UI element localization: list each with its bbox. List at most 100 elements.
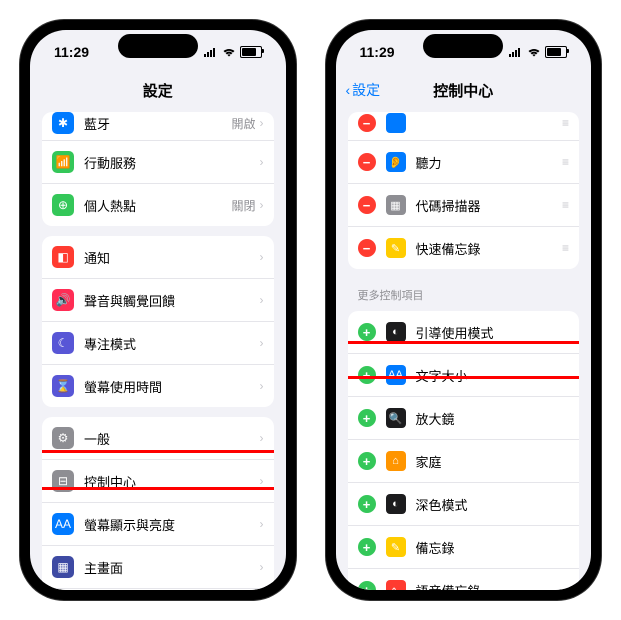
battery-icon bbox=[545, 46, 567, 58]
settings-row-g3-1[interactable]: ⊟控制中心› bbox=[42, 460, 274, 503]
settings-row-g3-0[interactable]: ⚙一般› bbox=[42, 417, 274, 460]
row-label: 螢幕顯示與亮度 bbox=[84, 515, 260, 534]
battery-icon bbox=[240, 46, 262, 58]
row-value: 開啟 bbox=[231, 115, 255, 132]
section-connectivity: ✱藍牙開啟›📶行動服務›⊕個人熱點關閉› bbox=[42, 112, 274, 226]
remove-button[interactable]: − bbox=[358, 239, 376, 257]
chevron-right-icon: › bbox=[260, 198, 264, 212]
row-icon: ▦ bbox=[386, 195, 406, 215]
add-button[interactable]: + bbox=[358, 366, 376, 384]
section-included: −≡−👂聽力≡−▦代碼掃描器≡−✎快速備忘錄≡ bbox=[348, 112, 580, 269]
row-icon: ✎ bbox=[386, 537, 406, 557]
row-icon: ☾ bbox=[52, 332, 74, 354]
settings-row-g2-2[interactable]: ☾ 專注模式› bbox=[42, 322, 274, 365]
nav-bar: ‹ 設定 控制中心 bbox=[336, 74, 592, 106]
settings-row-g2-3[interactable]: ⌛ 螢幕使用時間› bbox=[42, 365, 274, 407]
control-row-more-6[interactable]: +∿語音備忘錄 bbox=[348, 569, 580, 590]
page-title: 控制中心 bbox=[433, 80, 493, 101]
row-label: 代碼掃描器 bbox=[416, 196, 562, 215]
settings-row-g3-4[interactable]: ☺輔助使用› bbox=[42, 589, 274, 590]
control-row-more-4[interactable]: +◐深色模式 bbox=[348, 483, 580, 526]
row-label: 引導使用模式 bbox=[416, 323, 570, 342]
add-button[interactable]: + bbox=[358, 452, 376, 470]
control-row-more-5[interactable]: + ✎ 備忘錄 bbox=[348, 526, 580, 569]
drag-handle-icon[interactable]: ≡ bbox=[562, 116, 569, 130]
settings-row-g1-0[interactable]: ✱藍牙開啟› bbox=[42, 112, 274, 141]
chevron-right-icon: › bbox=[260, 250, 264, 264]
row-icon: ∿ bbox=[386, 580, 406, 590]
wifi-icon bbox=[222, 47, 236, 57]
control-row-more-2[interactable]: +🔍放大鏡 bbox=[348, 397, 580, 440]
chevron-right-icon: › bbox=[260, 379, 264, 393]
signal-icon bbox=[204, 47, 218, 57]
control-row-inc-0[interactable]: −👂 聽力≡ bbox=[348, 141, 580, 184]
add-button[interactable]: + bbox=[358, 538, 376, 556]
page-title: 設定 bbox=[143, 80, 173, 101]
chevron-right-icon: › bbox=[260, 431, 264, 445]
row-label: 一般 bbox=[84, 429, 260, 448]
row-icon: ◐ bbox=[386, 322, 406, 342]
add-button[interactable]: + bbox=[358, 409, 376, 427]
control-row-more-1[interactable]: +AA文字大小 bbox=[348, 354, 580, 397]
add-button[interactable]: + bbox=[358, 581, 376, 590]
chevron-right-icon: › bbox=[260, 560, 264, 574]
row-label: 主畫面 bbox=[84, 558, 260, 577]
drag-handle-icon[interactable]: ≡ bbox=[562, 155, 569, 169]
remove-button[interactable]: − bbox=[358, 114, 376, 132]
row-label: 聽力 bbox=[416, 153, 562, 172]
remove-button[interactable]: − bbox=[358, 153, 376, 171]
phone-left: 11:29 設定 ✱藍牙開啟›📶行動服務›⊕個人熱點關閉› ◧通知›🔊聲音與觸覺… bbox=[20, 20, 296, 600]
control-row-more-3[interactable]: +⌂家庭 bbox=[348, 440, 580, 483]
status-time: 11:29 bbox=[360, 44, 395, 60]
row-label: 螢幕使用時間 bbox=[84, 377, 260, 396]
row-icon: 🔍 bbox=[386, 408, 406, 428]
row-label: 專注模式 bbox=[84, 334, 260, 353]
row-label: 備忘錄 bbox=[416, 538, 570, 557]
control-row-more-0[interactable]: + ◐ 引導使用模式 bbox=[348, 311, 580, 354]
row-icon bbox=[386, 113, 406, 133]
row-icon: ⌛ bbox=[52, 375, 74, 397]
content-left[interactable]: ✱藍牙開啟›📶行動服務›⊕個人熱點關閉› ◧通知›🔊聲音與觸覺回饋›☾專注模式›… bbox=[30, 106, 286, 590]
row-icon: ◐ bbox=[386, 494, 406, 514]
add-button[interactable]: + bbox=[358, 495, 376, 513]
row-label: 通知 bbox=[84, 248, 260, 267]
row-label: 文字大小 bbox=[416, 366, 570, 385]
settings-row-g2-1[interactable]: 🔊聲音與觸覺回饋› bbox=[42, 279, 274, 322]
settings-row-g2-0[interactable]: ◧通知› bbox=[42, 236, 274, 279]
row-icon: ⊕ bbox=[52, 194, 74, 216]
settings-row-g1-2[interactable]: ⊕個人熱點關閉› bbox=[42, 184, 274, 226]
row-label: 行動服務 bbox=[84, 153, 260, 172]
drag-handle-icon[interactable]: ≡ bbox=[562, 241, 569, 255]
row-label: 快速備忘錄 bbox=[416, 239, 562, 258]
back-button[interactable]: ‹ 設定 bbox=[346, 80, 381, 100]
row-icon: 👂 bbox=[386, 152, 406, 172]
row-icon: ⊟ bbox=[52, 470, 74, 492]
settings-row-g1-1[interactable]: 📶行動服務› bbox=[42, 141, 274, 184]
add-button[interactable]: + bbox=[358, 323, 376, 341]
settings-row-g3-3[interactable]: ▦主畫面› bbox=[42, 546, 274, 589]
row-label: 藍牙 bbox=[84, 114, 231, 133]
section-notifications: ◧通知›🔊聲音與觸覺回饋›☾專注模式›⌛螢幕使用時間› bbox=[42, 236, 274, 407]
chevron-right-icon: › bbox=[260, 155, 264, 169]
section-header-more: 更多控制項目 bbox=[336, 279, 592, 305]
dynamic-island bbox=[423, 34, 503, 58]
status-right bbox=[204, 46, 262, 58]
row-label: 聲音與觸覺回饋 bbox=[84, 291, 260, 310]
screen-right: 11:29 ‹ 設定 控制中心 −≡−👂聽力≡−▦代碼掃描器≡−✎快速備忘錄≡ … bbox=[336, 30, 592, 590]
control-row-inc-1[interactable]: −▦ 代碼掃描器≡ bbox=[348, 184, 580, 227]
control-row-inc-cut[interactable]: −≡ bbox=[348, 112, 580, 141]
remove-button[interactable]: − bbox=[358, 196, 376, 214]
wifi-icon bbox=[527, 47, 541, 57]
content-right[interactable]: −≡−👂聽力≡−▦代碼掃描器≡−✎快速備忘錄≡ 更多控制項目 +◐引導使用模式+… bbox=[336, 106, 592, 590]
row-icon: ✎ bbox=[386, 238, 406, 258]
row-label: 控制中心 bbox=[84, 472, 260, 491]
settings-row-g3-2[interactable]: AA螢幕顯示與亮度› bbox=[42, 503, 274, 546]
drag-handle-icon[interactable]: ≡ bbox=[562, 198, 569, 212]
row-label: 家庭 bbox=[416, 452, 570, 471]
section-general: ⚙一般›⊟控制中心›AA螢幕顯示與亮度›▦主畫面›☺輔助使用›❀背景圖片›◉Si… bbox=[42, 417, 274, 590]
chevron-right-icon: › bbox=[260, 336, 264, 350]
chevron-left-icon: ‹ bbox=[346, 82, 351, 98]
control-row-inc-2[interactable]: −✎ 快速備忘錄≡ bbox=[348, 227, 580, 269]
signal-icon bbox=[509, 47, 523, 57]
back-label: 設定 bbox=[352, 80, 380, 100]
